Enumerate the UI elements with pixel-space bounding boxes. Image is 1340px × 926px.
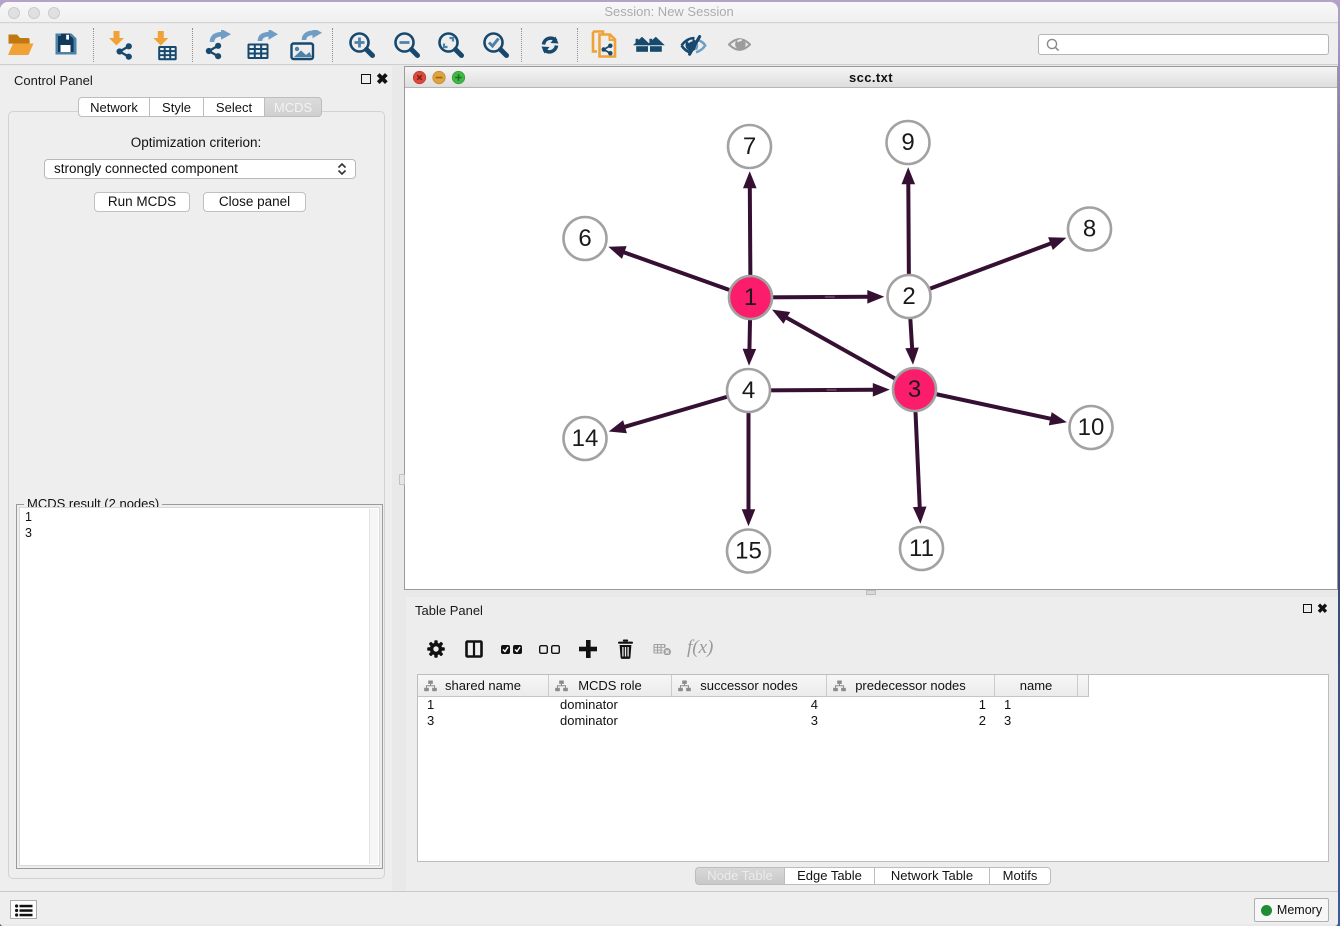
svg-text:4: 4	[742, 377, 755, 404]
svg-text:7: 7	[743, 133, 756, 160]
svg-text:8: 8	[1083, 216, 1096, 243]
svg-text:11: 11	[909, 535, 934, 562]
svg-text:9: 9	[901, 129, 914, 156]
svg-text:10: 10	[1078, 414, 1105, 441]
svg-text:1: 1	[744, 284, 757, 311]
svg-text:6: 6	[578, 225, 591, 252]
svg-text:2: 2	[902, 283, 915, 310]
svg-text:14: 14	[572, 425, 599, 452]
svg-text:15: 15	[735, 538, 762, 565]
svg-text:3: 3	[908, 376, 921, 403]
